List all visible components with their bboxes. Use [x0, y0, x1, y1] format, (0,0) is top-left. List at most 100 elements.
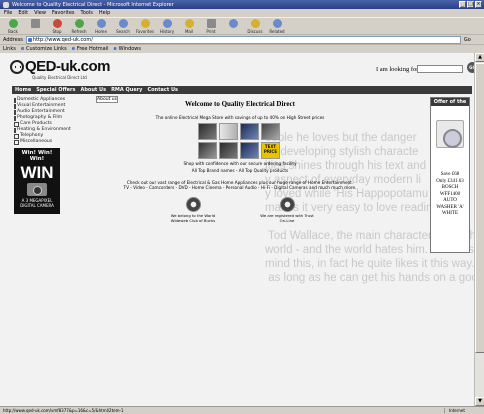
print-button[interactable]: Print — [202, 19, 220, 34]
menu-bar: File Edit View Favorites Tools Help — [0, 9, 484, 17]
browser-toolbar: Back Stop Refresh Home Search Favorites … — [0, 17, 484, 34]
product-image-grid: TEXT PRICE — [198, 123, 282, 159]
range-text-2: TV - Video - Camcorders - DVD - Home Cin… — [123, 185, 357, 190]
product-speaker-image[interactable] — [219, 142, 238, 159]
edit-icon — [228, 19, 238, 28]
favorites-button[interactable]: Favorites — [136, 19, 154, 34]
back-button[interactable]: Back — [4, 19, 22, 34]
back-arrow-icon — [8, 19, 18, 28]
logo-text: QED-uk.com — [25, 58, 111, 75]
scroll-thumb[interactable] — [475, 63, 484, 353]
nav-about-us[interactable]: About Us — [80, 87, 106, 93]
home-icon — [96, 19, 106, 28]
home-button[interactable]: Home — [92, 19, 110, 34]
intro-text: The online Electrical Mega Store with sa… — [155, 115, 325, 120]
stop-button[interactable]: Stop — [48, 19, 66, 34]
forward-arrow-icon — [30, 19, 40, 28]
washing-machine-image — [436, 120, 464, 148]
window-controls: _ □ × — [459, 1, 482, 8]
mail-icon — [184, 19, 194, 28]
text-price-badge[interactable]: TEXT PRICE — [261, 142, 280, 159]
trust-online-seal[interactable]: We are registered with Trust On-Line — [260, 197, 314, 223]
site-logo[interactable]: QED-uk.com — [10, 58, 111, 75]
history-icon — [162, 19, 172, 28]
link-windows[interactable]: Windows — [114, 46, 141, 52]
offer-header: Offer of the day — [431, 98, 469, 113]
plug-icon — [10, 59, 24, 74]
status-url: http://www.qed-uk.com/vmf8377&p=16&c=5/&… — [3, 408, 124, 413]
address-bar: Address http://www.qed-uk.com/ Go — [0, 34, 484, 44]
scroll-up-icon[interactable]: ▲ — [475, 53, 484, 62]
site-search-go-button[interactable]: GO — [467, 62, 474, 73]
category-miscellaneous[interactable]: Miscellaneous — [14, 139, 62, 145]
minimize-button[interactable]: _ — [459, 1, 466, 8]
address-input[interactable]: http://www.qed-uk.com/ — [25, 35, 461, 44]
related-icon — [272, 19, 282, 28]
window-titlebar: Welcome to Quality Electrical Direct - M… — [0, 0, 484, 9]
go-button[interactable]: Go — [464, 37, 471, 43]
stop-icon — [52, 19, 62, 28]
search-button[interactable]: Search — [114, 19, 132, 34]
product-phone-image[interactable] — [198, 142, 217, 159]
menu-help[interactable]: Help — [99, 10, 110, 16]
camera-icon — [27, 183, 47, 196]
product-hifi-image[interactable] — [198, 123, 217, 140]
offer-details: Save £68 Only £341.63 BOSCH WFF1400 AUTO… — [431, 172, 469, 218]
site-header: QED-uk.com Quality Electrical Direct Ltd… — [6, 57, 474, 83]
nav-contact-us[interactable]: Contact Us — [147, 87, 178, 93]
nav-special-offers[interactable]: Special Offers — [36, 87, 75, 93]
offer-of-the-day[interactable]: Offer of the day Save £68 Only £341.63 B… — [430, 97, 470, 253]
history-button[interactable]: History — [158, 19, 176, 34]
nav-rma-query[interactable]: RMA Query — [111, 87, 142, 93]
win-camera-promo[interactable]: Win! Win! Win! WIN A 3 MEGAPIXEL DIGITAL… — [14, 148, 60, 214]
discuss-button[interactable]: Discuss — [246, 19, 264, 34]
menu-file[interactable]: File — [4, 10, 12, 16]
site-search-input[interactable] — [417, 65, 463, 73]
address-label: Address — [3, 36, 23, 43]
links-label: Links — [3, 46, 16, 52]
edit-button[interactable] — [224, 19, 242, 29]
club-seal-icon — [185, 197, 201, 212]
site-nav: Home Special Offers About Us RMA Query C… — [12, 86, 472, 94]
close-button[interactable]: × — [475, 1, 482, 8]
star-icon — [140, 19, 150, 28]
page-viewport: eople he loves but the danger in develop… — [0, 53, 474, 406]
status-zone: Internet — [444, 408, 484, 413]
forward-button[interactable] — [26, 19, 44, 29]
printer-icon — [206, 19, 216, 28]
secure-ordering-text: Shop with confidence with our secure ord… — [183, 161, 297, 166]
search-label: I am looking for: — [376, 66, 421, 73]
related-button[interactable]: Related — [268, 19, 286, 34]
main-content: Welcome to Quality Electrical Direct The… — [70, 97, 410, 223]
product-fridge-image[interactable] — [219, 123, 238, 140]
mail-button[interactable]: Mail — [180, 19, 198, 34]
menu-view[interactable]: View — [34, 10, 46, 16]
menu-favorites[interactable]: Favorites — [52, 10, 75, 16]
wwweb-club-seal[interactable]: We belong to the World Wideweb Club of B… — [166, 197, 220, 223]
links-bar: Links Customize Links Free Hotmail Windo… — [0, 44, 484, 53]
trust-seal-icon — [279, 197, 295, 212]
trust-seals: We belong to the World Wideweb Club of B… — [70, 197, 410, 223]
vertical-scrollbar[interactable]: ▲ ▼ — [474, 53, 484, 406]
discuss-icon — [250, 19, 260, 28]
product-camcorder-image[interactable] — [261, 123, 280, 140]
product-monitor-image[interactable] — [240, 142, 259, 159]
welcome-heading: Welcome to Quality Electrical Direct — [185, 100, 295, 108]
search-icon — [118, 19, 128, 28]
link-free-hotmail[interactable]: Free Hotmail — [72, 46, 109, 52]
menu-edit[interactable]: Edit — [18, 10, 28, 16]
promo-description: A 3 MEGAPIXEL DIGITAL CAMERA — [20, 198, 54, 208]
refresh-button[interactable]: Refresh — [70, 19, 88, 34]
product-tv-image[interactable] — [240, 123, 259, 140]
link-customize-links[interactable]: Customize Links — [21, 46, 67, 52]
scroll-down-icon[interactable]: ▼ — [475, 397, 484, 406]
category-sidebar: Domestic Appliances Visual Entertainment… — [14, 97, 71, 214]
club-seal-label: We belong to the World Wideweb Club of B… — [170, 213, 216, 223]
nav-home[interactable]: Home — [15, 87, 31, 93]
refresh-icon — [74, 19, 84, 28]
brand-names-text: All Top Brand names - All Top Quality pr… — [191, 168, 289, 173]
offer-line-colour: WHITE — [441, 211, 459, 216]
maximize-button[interactable]: □ — [467, 1, 474, 8]
window-title: Welcome to Quality Electrical Direct - M… — [12, 1, 174, 8]
menu-tools[interactable]: Tools — [81, 10, 93, 16]
